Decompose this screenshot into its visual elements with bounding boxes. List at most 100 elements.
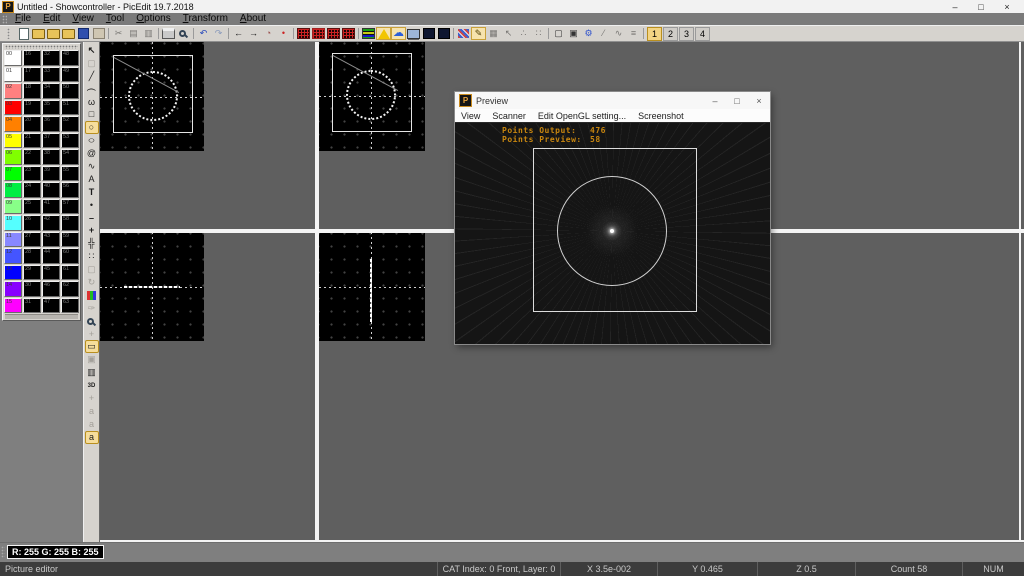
palette-swatch-22[interactable]: 22 — [23, 149, 41, 165]
palette-swatch-39[interactable]: 39 — [42, 166, 60, 182]
magnet-button[interactable]: ∴ — [516, 27, 531, 40]
palette-swatch-30[interactable]: 30 — [23, 281, 41, 297]
preview-menu-screenshot[interactable]: Screenshot — [632, 111, 690, 121]
text-outline-tool[interactable]: A — [85, 173, 99, 186]
palette-swatch-49[interactable]: 49 — [61, 67, 79, 83]
freehand-tool[interactable]: ω — [85, 96, 99, 109]
palette-swatch-32[interactable]: 32 — [42, 50, 60, 66]
layer-stack-tool[interactable]: ▣ — [85, 353, 99, 366]
palette-swatch-28[interactable]: 28 — [23, 248, 41, 264]
frame-matrix-3-button[interactable] — [326, 27, 341, 40]
print-preview-button[interactable] — [176, 27, 191, 40]
grid-button[interactable]: ▦ — [486, 27, 501, 40]
palette-swatch-63[interactable]: 63 — [61, 298, 79, 314]
palette-swatch-41[interactable]: 41 — [42, 199, 60, 215]
menu-transform[interactable]: Transform — [177, 13, 234, 25]
menu-options[interactable]: Options — [130, 13, 176, 25]
wave-tool[interactable]: ∿ — [85, 160, 99, 173]
print-button[interactable] — [161, 27, 176, 40]
viewport-top[interactable] — [100, 232, 204, 341]
anim-1-button[interactable]: ⁄ — [596, 27, 611, 40]
rotate-tool[interactable]: ↻ — [85, 276, 99, 289]
center-tool[interactable]: + — [85, 328, 99, 341]
palette-swatch-33[interactable]: 33 — [42, 67, 60, 83]
anim-3-button[interactable]: ≡ — [626, 27, 641, 40]
page-4-button[interactable]: 4 — [695, 27, 710, 41]
preview-menu-scanner[interactable]: Scanner — [486, 111, 532, 121]
viewport-front[interactable] — [100, 42, 204, 151]
draw-mode-button[interactable]: ✎ — [471, 27, 486, 40]
palette-swatch-24[interactable]: 24 — [23, 182, 41, 198]
safety-zone-button[interactable] — [376, 27, 391, 40]
palette-swatch-10[interactable]: 10 — [4, 215, 22, 231]
circle-tool[interactable]: ○ — [85, 121, 99, 134]
palette-swatch-43[interactable]: 43 — [42, 232, 60, 248]
palette-swatch-16[interactable]: 16 — [23, 50, 41, 66]
zoom-tool[interactable] — [85, 315, 99, 328]
palette-swatch-11[interactable]: 11 — [4, 232, 22, 248]
palette-swatch-55[interactable]: 55 — [61, 166, 79, 182]
maximize-button[interactable]: □ — [968, 2, 994, 12]
palette-swatch-37[interactable]: 37 — [42, 133, 60, 149]
palette-swatch-18[interactable]: 18 — [23, 83, 41, 99]
palette-swatch-03[interactable]: 03 — [4, 100, 22, 116]
palette-swatch-36[interactable]: 36 — [42, 116, 60, 132]
palette-swatch-56[interactable]: 56 — [61, 182, 79, 198]
palette-swatch-26[interactable]: 26 — [23, 215, 41, 231]
view-box-1-button[interactable]: ▢ — [551, 27, 566, 40]
palette-scrollbar[interactable] — [5, 314, 78, 319]
palette-swatch-48[interactable]: 48 — [61, 50, 79, 66]
three-d-tool[interactable]: 3D — [85, 379, 99, 392]
palette-swatch-17[interactable]: 17 — [23, 67, 41, 83]
palette-swatch-02[interactable]: 02 — [4, 83, 22, 99]
page-3-button[interactable]: 3 — [679, 27, 694, 41]
palette-swatch-53[interactable]: 53 — [61, 133, 79, 149]
palette-swatch-04[interactable]: 04 — [4, 116, 22, 132]
rectangle-tool[interactable]: □ — [85, 108, 99, 121]
save-as-button[interactable] — [91, 27, 106, 40]
copy-button[interactable]: ▤ — [126, 27, 141, 40]
menu-about[interactable]: About — [234, 13, 272, 25]
segment-tool[interactable]: – — [85, 212, 99, 225]
palette-swatch-62[interactable]: 62 — [61, 281, 79, 297]
palette-swatch-25[interactable]: 25 — [23, 199, 41, 215]
preview-menu-edit-opengl-setting[interactable]: Edit OpenGL setting... — [532, 111, 632, 121]
palette-swatch-59[interactable]: 59 — [61, 232, 79, 248]
palette-swatch-15[interactable]: 15 — [4, 298, 22, 314]
palette-swatch-45[interactable]: 45 — [42, 265, 60, 281]
palette-swatch-27[interactable]: 27 — [23, 232, 41, 248]
play-button[interactable]: ◔ — [261, 27, 276, 40]
prev-frame-button[interactable]: ← — [231, 27, 246, 40]
viewport-front-2[interactable] — [319, 42, 425, 151]
palette-swatch-60[interactable]: 60 — [61, 248, 79, 264]
palette-swatch-35[interactable]: 35 — [42, 100, 60, 116]
palette-swatch-20[interactable]: 20 — [23, 116, 41, 132]
spiral-tool[interactable]: @ — [85, 147, 99, 160]
layer-frame-tool[interactable]: ▭ — [85, 340, 99, 353]
minimize-button[interactable]: – — [942, 2, 968, 12]
preview-render-area[interactable]: Points Output: 476 Points Preview: 58 — [455, 123, 770, 344]
page-1-button[interactable]: 1 — [647, 27, 662, 41]
output-preview-button[interactable] — [391, 27, 406, 40]
color-pick-tool[interactable]: ✑ — [85, 302, 99, 315]
cube-tool[interactable]: ▥ — [85, 366, 99, 379]
palette-gripper[interactable] — [5, 45, 78, 49]
redo-button[interactable]: ↷ — [211, 27, 226, 40]
onion-next-tool[interactable]: a — [85, 418, 99, 431]
preview-titlebar[interactable]: P Preview – □ × — [455, 92, 770, 109]
palette-swatch-47[interactable]: 47 — [42, 298, 60, 314]
palette-swatch-31[interactable]: 31 — [23, 298, 41, 314]
text-solid-tool[interactable]: T — [85, 186, 99, 199]
snap-tool[interactable]: + — [85, 392, 99, 405]
palette-swatch-51[interactable]: 51 — [61, 100, 79, 116]
point-tool[interactable]: • — [85, 199, 99, 212]
node-edit-tool[interactable]: ▢ — [85, 57, 99, 70]
record-button[interactable]: • — [276, 27, 291, 40]
undo-button[interactable]: ↶ — [196, 27, 211, 40]
palette-swatch-50[interactable]: 50 — [61, 83, 79, 99]
select-tool[interactable]: ↖ — [85, 44, 99, 57]
editor-canvas[interactable]: P Preview – □ × ViewScannerEdit OpenGL s… — [100, 42, 1024, 542]
marquee-tool[interactable]: ▢ — [85, 263, 99, 276]
preview-maximize-button[interactable]: □ — [726, 96, 748, 106]
add-point-tool[interactable]: + — [85, 224, 99, 237]
